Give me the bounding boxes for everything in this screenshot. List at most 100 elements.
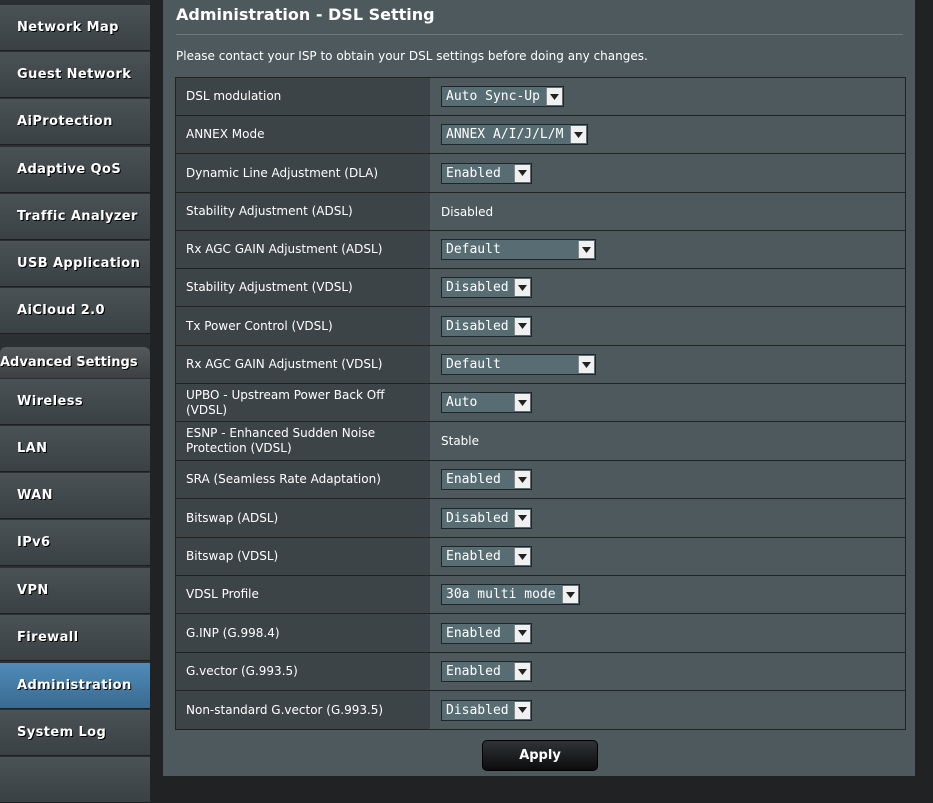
setting-value-cell: 30a multi mode	[430, 576, 905, 613]
vdsl-profile-select[interactable]: 30a multi mode	[441, 584, 580, 605]
select-value: Enabled	[446, 472, 501, 487]
bitswap-adsl-select[interactable]: Disabled	[441, 507, 532, 529]
select-value: ANNEX A/I/J/L/M	[446, 127, 564, 142]
select-value: 30a multi mode	[446, 587, 556, 602]
select-value: Auto Sync-Up	[446, 89, 540, 104]
sidebar-item-label: IPv6	[17, 535, 51, 550]
sidebar-item-label: Wireless	[17, 394, 83, 409]
sidebar-item-system-log[interactable]: System Log	[0, 710, 150, 756]
chevron-down-icon	[514, 624, 530, 642]
sidebar-item-lan[interactable]: LAN	[0, 426, 150, 472]
select-value: Enabled	[446, 165, 501, 181]
chevron-down-icon	[514, 548, 530, 565]
bitswap-vdsl-select[interactable]: Enabled	[441, 546, 532, 567]
select-value: Default	[446, 242, 501, 257]
select-value: Disabled	[446, 510, 509, 526]
chevron-down-icon	[514, 317, 530, 335]
sidebar-item-label: Guest Network	[17, 67, 132, 82]
sidebar-item-traffic-analyzer[interactable]: Traffic Analyzer	[0, 194, 150, 240]
select-value: Default	[446, 357, 501, 372]
setting-value-cell: Disabled	[430, 499, 905, 537]
setting-row: Non-standard G.vector (G.993.5) Disabled	[176, 691, 905, 729]
sra-select[interactable]: Enabled	[441, 469, 532, 490]
sidebar-item-vpn[interactable]: VPN	[0, 568, 150, 614]
setting-label: DSL modulation	[176, 78, 430, 115]
sidebar-item-label: System Log	[17, 725, 107, 740]
chevron-down-icon	[514, 663, 530, 680]
setting-label: Non-standard G.vector (G.993.5)	[176, 691, 430, 729]
chevron-down-icon	[514, 164, 530, 182]
setting-row: Dynamic Line Adjustment (DLA) Enabled	[176, 154, 905, 193]
upbo-select[interactable]: Auto	[441, 392, 532, 413]
nonstandard-gvector-select[interactable]: Disabled	[441, 699, 532, 721]
setting-label: Bitswap (ADSL)	[176, 499, 430, 537]
setting-value-cell: Enabled	[430, 614, 905, 652]
sidebar-item-usb-application[interactable]: USB Application	[0, 241, 150, 287]
sidebar-item-aicloud[interactable]: AiCloud 2.0	[0, 288, 150, 334]
setting-row: G.vector (G.993.5) Enabled	[176, 653, 905, 691]
setting-row: UPBO - Upstream Power Back Off (VDSL) Aut…	[176, 384, 905, 422]
page-title: Administration - DSL Setting	[176, 5, 435, 24]
sidebar-item-administration[interactable]: Administration	[0, 663, 150, 709]
sidebar-item-label: Network Map	[17, 20, 119, 35]
settings-table: DSL modulation Auto Sync-Up ANNEX Mode ANNE…	[175, 77, 906, 730]
setting-value-cell: Default	[430, 231, 905, 268]
setting-value-cell: Auto Sync-Up	[430, 78, 905, 115]
select-value: Disabled	[446, 702, 509, 718]
setting-row: ESNP - Enhanced Sudden Noise Protection …	[176, 422, 905, 461]
apply-button[interactable]: Apply	[482, 740, 598, 771]
sidebar-item-next[interactable]	[0, 757, 150, 803]
sidebar-item-label: Administration	[17, 678, 132, 693]
dsl-modulation-select[interactable]: Auto Sync-Up	[441, 86, 564, 107]
setting-label: UPBO - Upstream Power Back Off (VDSL)	[176, 384, 430, 421]
setting-value-cell: Default	[430, 346, 905, 383]
chevron-down-icon	[514, 471, 530, 488]
setting-label: ESNP - Enhanced Sudden Noise Protection …	[176, 422, 430, 460]
sidebar-item-wireless[interactable]: Wireless	[0, 379, 150, 425]
advanced-settings-label: Advanced Settings	[0, 355, 138, 370]
select-value: Enabled	[446, 549, 501, 564]
setting-row: G.INP (G.998.4) Enabled	[176, 614, 905, 653]
setting-value-cell: Stable	[430, 422, 905, 460]
chevron-down-icon	[514, 279, 530, 296]
setting-row: Bitswap (ADSL) Disabled	[176, 499, 905, 538]
chevron-down-icon	[514, 509, 530, 527]
ginp-select[interactable]: Enabled	[441, 622, 532, 644]
sidebar-item-network-map[interactable]: Network Map	[0, 5, 150, 51]
sidebar-item-wan[interactable]: WAN	[0, 473, 150, 519]
stability-adsl-value: Disabled	[441, 204, 494, 219]
sidebar-item-aiprotection[interactable]: AiProtection	[0, 99, 150, 145]
setting-value-cell: Enabled	[430, 653, 905, 690]
dla-select[interactable]: Enabled	[441, 162, 532, 184]
sidebar-item-adaptive-qos[interactable]: Adaptive QoS	[0, 147, 150, 193]
setting-label: Rx AGC GAIN Adjustment (ADSL)	[176, 231, 430, 268]
setting-value-cell: Enabled	[430, 461, 905, 498]
sidebar-item-firewall[interactable]: Firewall	[0, 615, 150, 661]
sidebar-item-label: WAN	[17, 488, 53, 503]
sidebar-item-label: Firewall	[17, 630, 79, 645]
sidebar-item-guest-network[interactable]: Guest Network	[0, 52, 150, 98]
setting-value-cell: Enabled	[430, 538, 905, 575]
sidebar-item-ipv6[interactable]: IPv6	[0, 520, 150, 566]
tx-power-vdsl-select[interactable]: Disabled	[441, 315, 532, 337]
sidebar-item-label: USB Application	[17, 256, 141, 271]
sidebar: Network Map Guest Network AiProtection A…	[0, 0, 150, 803]
title-divider	[176, 34, 903, 35]
select-value: Disabled	[446, 280, 509, 295]
stability-vdsl-select[interactable]: Disabled	[441, 277, 532, 298]
setting-row: Tx Power Control (VDSL) Disabled	[176, 307, 905, 346]
chevron-down-icon	[578, 356, 594, 373]
rx-agc-vdsl-select[interactable]: Default	[441, 354, 596, 375]
setting-value-cell: Disabled	[430, 269, 905, 306]
gvector-select[interactable]: Enabled	[441, 661, 532, 682]
setting-label: Stability Adjustment (ADSL)	[176, 193, 430, 230]
rx-agc-adsl-select[interactable]: Default	[441, 239, 596, 260]
chevron-down-icon	[562, 586, 578, 603]
chevron-down-icon	[570, 126, 586, 143]
chevron-down-icon	[578, 241, 594, 258]
setting-value-cell: Disabled	[430, 307, 905, 345]
annex-mode-select[interactable]: ANNEX A/I/J/L/M	[441, 124, 588, 145]
setting-row: VDSL Profile 30a multi mode	[176, 576, 905, 614]
sidebar-item-label: AiCloud 2.0	[17, 303, 105, 318]
setting-label: Rx AGC GAIN Adjustment (VDSL)	[176, 346, 430, 383]
